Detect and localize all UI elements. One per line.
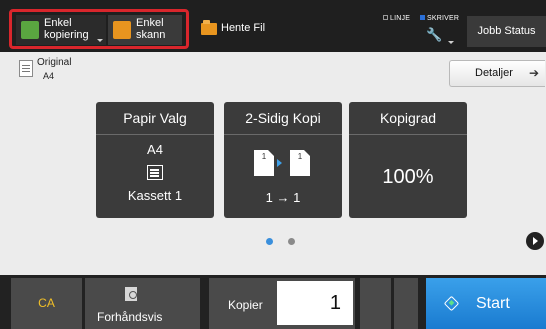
status-skriver-label: SKRIVER	[427, 15, 460, 22]
paper-size: A4	[147, 142, 163, 157]
bottom-bar: CA Forhåndsvis Kopier 1 Start	[0, 275, 546, 329]
chevron-down-icon	[448, 41, 454, 44]
main-area: Original A4 Detaljer ➔ Papir Valg A4 Kas…	[0, 52, 546, 275]
arrow-right-icon: ➔	[528, 66, 539, 80]
status-skriver: SKRIVER	[420, 15, 459, 22]
detaljer-label: Detaljer	[475, 67, 513, 79]
next-page-button[interactable]	[526, 232, 544, 250]
blank-key	[360, 278, 391, 329]
arrow-right-icon	[277, 159, 282, 167]
start-icon	[443, 295, 460, 312]
ca-clear-all-button[interactable]: CA	[11, 278, 82, 329]
original-size: A4	[43, 71, 55, 81]
2-sidig-kopi-card[interactable]: 2-Sidig Kopi 1 1 1 → 1	[224, 102, 342, 218]
scan-icon	[113, 21, 131, 39]
copy-icon	[21, 21, 39, 39]
hente-fil-label: Hente Fil	[221, 22, 266, 34]
copier-screen: Enkel kopiering Enkel skann Hente Fil LI…	[0, 0, 546, 329]
forhandsvis-label: Forhåndsvis	[97, 310, 163, 324]
top-bar: Enkel kopiering Enkel skann Hente Fil LI…	[0, 0, 546, 52]
papir-valg-card[interactable]: Papir Valg A4 Kassett 1	[96, 102, 214, 218]
2-sidig-kopi-title: 2-Sidig Kopi	[224, 102, 342, 135]
mode-enkel-kopiering-button[interactable]: Enkel kopiering	[16, 15, 106, 45]
kopigrad-card[interactable]: Kopigrad 100%	[349, 102, 467, 218]
mode-enkel-skann-button[interactable]: Enkel skann	[108, 15, 182, 45]
page-indicator-dot-active[interactable]	[266, 238, 273, 245]
kopier-count-input[interactable]: 1	[277, 281, 353, 325]
mode-enkel-skann-label: Enkel skann	[136, 17, 166, 41]
kopier-field: Kopier 1	[209, 278, 355, 329]
kopigrad-title: Kopigrad	[349, 102, 467, 135]
kopigrad-value: 100%	[382, 166, 434, 188]
status-linje: LINJE	[383, 15, 410, 22]
kopier-label: Kopier	[228, 298, 263, 312]
papir-valg-title: Papir Valg	[96, 102, 214, 135]
duplex-value: 1 → 1	[265, 190, 301, 205]
paper-tray-icon	[147, 165, 163, 180]
start-label: Start	[476, 295, 510, 312]
copy-sheet-icon: 1	[290, 150, 310, 176]
wrench-icon[interactable]: 🔧	[426, 28, 444, 42]
skriver-indicator-icon	[420, 15, 425, 20]
preview-icon	[125, 287, 137, 301]
jobb-status-button[interactable]: Jobb Status	[467, 16, 546, 47]
original-label: Original	[37, 57, 72, 68]
original-sheet-icon: 1	[254, 150, 274, 176]
status-linje-label: LINJE	[390, 15, 411, 22]
detaljer-button[interactable]: Detaljer ➔	[449, 60, 545, 87]
forhandsvis-button[interactable]: Forhåndsvis	[85, 278, 200, 329]
blank-key	[394, 278, 418, 329]
paper-tray-label: Kassett 1	[127, 188, 183, 203]
mode-enkel-kopiering-label: Enkel kopiering	[44, 17, 89, 41]
chevron-down-icon	[97, 39, 103, 42]
hente-fil-button[interactable]: Hente Fil	[201, 20, 266, 35]
folder-icon	[201, 20, 217, 35]
original-document-icon	[19, 60, 33, 77]
page-indicator-dot[interactable]	[288, 238, 295, 245]
linje-indicator-icon	[383, 15, 388, 20]
start-button[interactable]: Start	[426, 278, 546, 329]
